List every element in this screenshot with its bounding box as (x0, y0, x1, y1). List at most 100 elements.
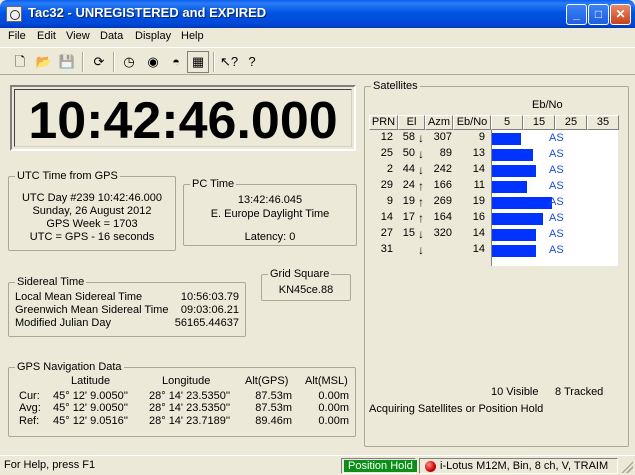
lmst-value: 10:56:03.79 (180, 291, 239, 303)
sat-tag: AS (549, 132, 564, 144)
grid-square-value: KN45ce.88 (278, 284, 334, 296)
toolbar-separator (82, 52, 84, 72)
sat-ebno: 14 (472, 243, 485, 255)
sat-tag: AS (549, 228, 564, 240)
satellite-row: 29 24 ↑ 166 11 AS (369, 179, 619, 195)
menu-file[interactable]: File (8, 30, 26, 42)
clock-icon[interactable]: ◷ (118, 51, 140, 73)
sat-ebno: 9 (478, 131, 485, 143)
minimize-button[interactable]: _ (566, 4, 587, 25)
pc-time-zone: E. Europe Daylight Time (210, 208, 330, 220)
pc-time-group: PC Time 13:42:46.045 E. Europe Daylight … (183, 178, 357, 246)
sat-direction-icon: ↑ (418, 195, 424, 209)
prn-header[interactable]: PRN (369, 115, 398, 130)
resize-grip[interactable] (621, 461, 633, 473)
scale-25: 25 (555, 115, 587, 130)
sat-prn: 29 (380, 179, 393, 191)
utc-time-group: UTC Time from GPS UTC Day #239 10:42:46.… (8, 170, 176, 251)
sat-ebno-bar (492, 181, 527, 193)
help-icon[interactable]: ? (241, 51, 263, 73)
azm-header[interactable]: Azm (425, 115, 453, 130)
menu-help[interactable]: Help (181, 30, 204, 42)
sat-prn: 9 (386, 195, 393, 207)
new-file-icon[interactable]: 🗋 (9, 51, 31, 73)
sat-ebno-bar (492, 165, 536, 177)
nav-row-lon: 28° 14' 23.5350'' (149, 402, 231, 414)
menu-bar: File Edit View Data Display Help (0, 28, 635, 47)
sat-ebno-bar (492, 229, 536, 241)
sat-direction-icon: ↓ (418, 147, 424, 161)
utc-date: Sunday, 26 August 2012 (32, 205, 152, 217)
satellite-row: 2 44 ↓ 242 14 AS (369, 163, 619, 179)
app-icon[interactable] (6, 6, 22, 22)
sat-direction-icon: ↑ (418, 211, 424, 225)
sat-ebno: 11 (473, 179, 485, 191)
nav-row-lon: 28° 14' 23.5350'' (149, 390, 231, 402)
sat-direction-icon: ↓ (418, 227, 424, 241)
position-hold-badge: Position Hold (344, 460, 417, 472)
ebno-header[interactable]: Eb/No (453, 115, 491, 130)
sat-icon[interactable]: ◓ (165, 51, 187, 73)
sat-elevation: 19 (402, 195, 415, 207)
toolbar-separator (213, 52, 215, 72)
nav-row-label: Avg: (19, 402, 41, 414)
sat-direction-icon: ↑ (418, 179, 424, 193)
maximize-button[interactable]: □ (588, 4, 609, 25)
scale-5: 5 (491, 115, 523, 130)
nav-row-alt-msl: 0.00m (318, 415, 349, 427)
receiver-led-icon (425, 460, 436, 472)
sat-direction-icon: ↓ (418, 131, 424, 145)
satellite-row: 27 15 ↓ 320 14 AS (369, 227, 619, 243)
menu-display[interactable]: Display (135, 30, 171, 42)
scale-35: 35 (587, 115, 619, 130)
nav-row-lon: 28° 14' 23.7189'' (149, 415, 231, 427)
sat-ebno: 14 (472, 163, 485, 175)
status-help-text: For Help, press F1 (4, 459, 96, 471)
title-bar[interactable]: Tac32 - UNREGISTERED and EXPIRED _ □ ✕ (0, 0, 635, 28)
satellite-row: 31 ↓ 14 AS (369, 243, 619, 259)
sat-tag: AS (549, 164, 564, 176)
sat-ebno-bar (492, 245, 536, 257)
sat-elevation: 50 (402, 147, 415, 159)
menu-view[interactable]: View (66, 30, 90, 42)
lmst-label: Local Mean Sidereal Time (15, 291, 143, 303)
sat-elevation: 44 (402, 163, 415, 175)
display-icon[interactable]: ◉ (142, 51, 164, 73)
sat-ebno-bar (492, 197, 552, 209)
menu-edit[interactable]: Edit (37, 30, 56, 42)
menu-data[interactable]: Data (100, 30, 123, 42)
sat-tag: AS (549, 180, 564, 192)
clock-time: 10:42:46.000 (28, 92, 338, 150)
context-help-icon[interactable]: ↖? (218, 51, 240, 73)
grid-icon[interactable]: ▦ (187, 51, 209, 73)
status-bar: For Help, press F1 Position Hold i-Lotus… (0, 455, 635, 475)
latitude-header: Latitude (71, 375, 111, 387)
sat-azimuth: 242 (433, 163, 452, 175)
nav-row-alt-gps: 87.53m (255, 390, 292, 402)
sat-prn: 31 (380, 243, 393, 255)
nav-row-lat: 45° 12' 9.0050'' (53, 402, 128, 414)
mjd-label: Modified Julian Day (15, 317, 111, 329)
alt-gps-header: Alt(GPS) (245, 375, 289, 387)
sat-ebno: 19 (472, 195, 485, 207)
sat-azimuth: 320 (433, 227, 452, 239)
refresh-gps-icon[interactable]: ⟳ (88, 51, 110, 73)
close-button[interactable]: ✕ (610, 4, 631, 25)
gmst-value: 09:03:06.21 (180, 304, 239, 316)
scale-15: 15 (523, 115, 555, 130)
sat-tag: AS (549, 212, 564, 224)
satellite-row: 12 58 ↓ 307 9 AS (369, 131, 619, 147)
sat-azimuth: 166 (433, 179, 452, 191)
sat-prn: 2 (386, 163, 393, 175)
nav-row-label: Ref: (19, 415, 40, 427)
longitude-header: Longitude (162, 375, 211, 387)
position-pane: Position Hold (341, 458, 417, 474)
nav-row-label: Cur: (19, 390, 40, 402)
satellites-group: Satellites Eb/No PRN El Azm Eb/No 5 15 2… (364, 80, 629, 447)
open-folder-icon[interactable]: 📂 (33, 51, 55, 73)
sat-direction-icon: ↓ (418, 163, 424, 177)
alt-msl-header: Alt(MSL) (305, 375, 348, 387)
sat-ebno-bar (492, 133, 521, 145)
el-header[interactable]: El (398, 115, 425, 130)
save-icon[interactable]: 💾 (56, 51, 78, 73)
